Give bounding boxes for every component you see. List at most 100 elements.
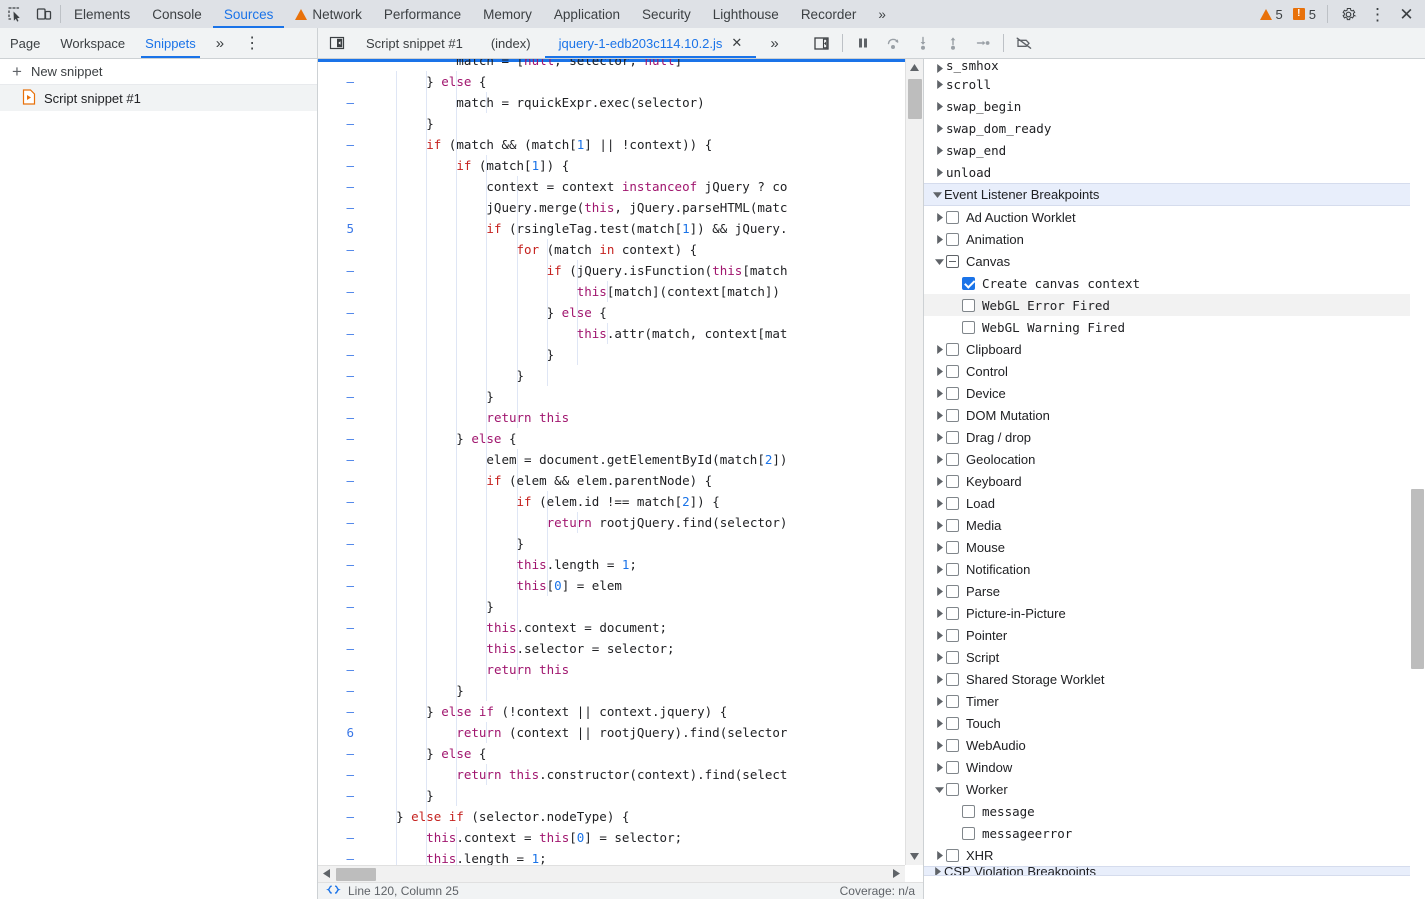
triangle-right-icon[interactable] bbox=[932, 79, 946, 89]
triangle-right-icon[interactable] bbox=[932, 630, 946, 640]
event-tree-item[interactable]: unload bbox=[924, 161, 1425, 183]
line-number[interactable]: – bbox=[318, 155, 366, 176]
line-number[interactable]: – bbox=[318, 659, 366, 680]
gear-icon[interactable] bbox=[1334, 6, 1363, 23]
breakpoint-checkbox[interactable] bbox=[946, 408, 959, 422]
show-navigator-icon[interactable] bbox=[322, 28, 352, 58]
breakpoint-group-clipboard[interactable]: Clipboard bbox=[924, 338, 1425, 360]
editor-tab-index[interactable]: (index) bbox=[477, 28, 545, 58]
breakpoint-group-worker[interactable]: Worker bbox=[924, 778, 1425, 800]
triangle-down-icon[interactable] bbox=[932, 785, 946, 794]
triangle-right-icon[interactable] bbox=[932, 674, 946, 684]
line-number[interactable]: – bbox=[318, 785, 366, 806]
close-devtools-icon[interactable]: ✕ bbox=[1392, 6, 1421, 23]
breakpoint-checkbox[interactable] bbox=[946, 474, 959, 488]
breakpoint-group-keyboard[interactable]: Keyboard bbox=[924, 470, 1425, 492]
breakpoint-checkbox[interactable] bbox=[946, 430, 959, 444]
breakpoint-checkbox[interactable] bbox=[962, 298, 975, 312]
breakpoint-group-window[interactable]: Window bbox=[924, 756, 1425, 778]
line-number[interactable]: – bbox=[318, 365, 366, 386]
triangle-right-icon[interactable] bbox=[932, 344, 946, 354]
errors-badge[interactable]: ! 5 bbox=[1288, 7, 1321, 22]
breakpoint-checkbox[interactable] bbox=[946, 584, 959, 598]
navigator-menu-button[interactable]: ⋮ bbox=[234, 28, 270, 58]
line-number[interactable]: – bbox=[318, 491, 366, 512]
new-snippet-button[interactable]: + New snippet bbox=[0, 59, 317, 85]
line-number[interactable]: – bbox=[318, 638, 366, 659]
right-panel-scrollbar[interactable] bbox=[1410, 59, 1425, 899]
breakpoint-group-control[interactable]: Control bbox=[924, 360, 1425, 382]
breakpoint-group-canvas[interactable]: Canvas bbox=[924, 250, 1425, 272]
breakpoint-group-shared-storage-worklet[interactable]: Shared Storage Worklet bbox=[924, 668, 1425, 690]
breakpoint-group-timer[interactable]: Timer bbox=[924, 690, 1425, 712]
triangle-right-icon[interactable] bbox=[932, 608, 946, 618]
breakpoint-group-load[interactable]: Load bbox=[924, 492, 1425, 514]
breakpoint-group-notification[interactable]: Notification bbox=[924, 558, 1425, 580]
line-number[interactable]: – bbox=[318, 260, 366, 281]
breakpoint-checkbox[interactable] bbox=[962, 276, 975, 290]
close-tab-icon[interactable]: ✕ bbox=[731, 35, 742, 51]
breakpoint-checkbox[interactable] bbox=[946, 606, 959, 620]
editor-tab-script-snippet-1[interactable]: Script snippet #1 bbox=[352, 28, 477, 58]
triangle-right-icon[interactable] bbox=[932, 564, 946, 574]
breakpoint-group-mouse[interactable]: Mouse bbox=[924, 536, 1425, 558]
scroll-left-arrow-icon[interactable] bbox=[318, 865, 335, 883]
triangle-right-icon[interactable] bbox=[932, 432, 946, 442]
breakpoint-group-xhr[interactable]: XHR bbox=[924, 844, 1425, 866]
scroll-up-arrow-icon[interactable] bbox=[906, 59, 923, 76]
triangle-right-icon[interactable] bbox=[932, 652, 946, 662]
line-number[interactable]: – bbox=[318, 701, 366, 722]
right-panel-scroll-thumb[interactable] bbox=[1411, 489, 1424, 669]
breakpoint-checkbox[interactable] bbox=[946, 518, 959, 532]
triangle-right-icon[interactable] bbox=[932, 476, 946, 486]
line-number[interactable]: – bbox=[318, 533, 366, 554]
breakpoint-item[interactable]: WebGL Warning Fired bbox=[924, 316, 1425, 338]
breakpoint-group-geolocation[interactable]: Geolocation bbox=[924, 448, 1425, 470]
breakpoint-group-drag-drop[interactable]: Drag / drop bbox=[924, 426, 1425, 448]
triangle-right-icon[interactable] bbox=[932, 542, 946, 552]
event-listener-breakpoints-header[interactable]: Event Listener Breakpoints bbox=[924, 183, 1425, 206]
breakpoint-checkbox[interactable] bbox=[946, 540, 959, 554]
breakpoint-group-touch[interactable]: Touch bbox=[924, 712, 1425, 734]
breakpoint-checkbox[interactable] bbox=[946, 562, 959, 576]
pretty-print-icon[interactable] bbox=[326, 885, 341, 897]
step-button[interactable] bbox=[968, 28, 998, 58]
csp-violation-breakpoints-header[interactable]: CSP Violation Breakpoints bbox=[924, 866, 1425, 876]
step-over-button[interactable] bbox=[878, 28, 908, 58]
triangle-right-icon[interactable] bbox=[932, 212, 946, 222]
triangle-right-icon[interactable] bbox=[932, 740, 946, 750]
navtab-page[interactable]: Page bbox=[0, 28, 50, 58]
breakpoint-group-media[interactable]: Media bbox=[924, 514, 1425, 536]
breakpoint-checkbox[interactable] bbox=[962, 320, 975, 334]
warnings-badge[interactable]: 5 bbox=[1255, 7, 1288, 22]
line-number[interactable]: – bbox=[318, 386, 366, 407]
snippet-item-script-snippet-1[interactable]: Script snippet #1 bbox=[0, 85, 317, 111]
line-number[interactable]: – bbox=[318, 113, 366, 134]
line-number[interactable]: – bbox=[318, 323, 366, 344]
breakpoint-checkbox[interactable] bbox=[946, 672, 959, 686]
triangle-down-icon[interactable] bbox=[932, 257, 946, 266]
scroll-down-arrow-icon[interactable] bbox=[906, 848, 923, 865]
line-number[interactable]: – bbox=[318, 71, 366, 92]
breakpoint-checkbox[interactable] bbox=[946, 342, 959, 356]
triangle-right-icon[interactable] bbox=[932, 696, 946, 706]
breakpoint-checkbox[interactable] bbox=[946, 760, 959, 774]
scroll-right-arrow-icon[interactable] bbox=[888, 865, 905, 883]
breakpoint-checkbox[interactable] bbox=[946, 716, 959, 730]
line-number[interactable]: – bbox=[318, 848, 366, 865]
breakpoint-item[interactable]: Create canvas context bbox=[924, 272, 1425, 294]
breakpoint-checkbox[interactable] bbox=[946, 386, 959, 400]
breakpoint-checkbox[interactable] bbox=[946, 782, 959, 796]
line-number[interactable]: 6 bbox=[318, 722, 366, 743]
tab-application[interactable]: Application bbox=[543, 0, 631, 28]
event-tree-item[interactable]: swap_begin bbox=[924, 95, 1425, 117]
triangle-right-icon[interactable] bbox=[932, 167, 946, 177]
breakpoint-group-ad-auction-worklet[interactable]: Ad Auction Worklet bbox=[924, 206, 1425, 228]
breakpoint-group-parse[interactable]: Parse bbox=[924, 580, 1425, 602]
triangle-right-icon[interactable] bbox=[932, 520, 946, 530]
more-tabs-button[interactable]: » bbox=[867, 0, 897, 28]
triangle-right-icon[interactable] bbox=[932, 366, 946, 376]
event-tree-item[interactable]: swap_dom_ready bbox=[924, 117, 1425, 139]
editor-tab-jquery[interactable]: jquery-1-edb203c114.10.2.js ✕ bbox=[544, 28, 757, 58]
triangle-right-icon[interactable] bbox=[932, 850, 946, 860]
